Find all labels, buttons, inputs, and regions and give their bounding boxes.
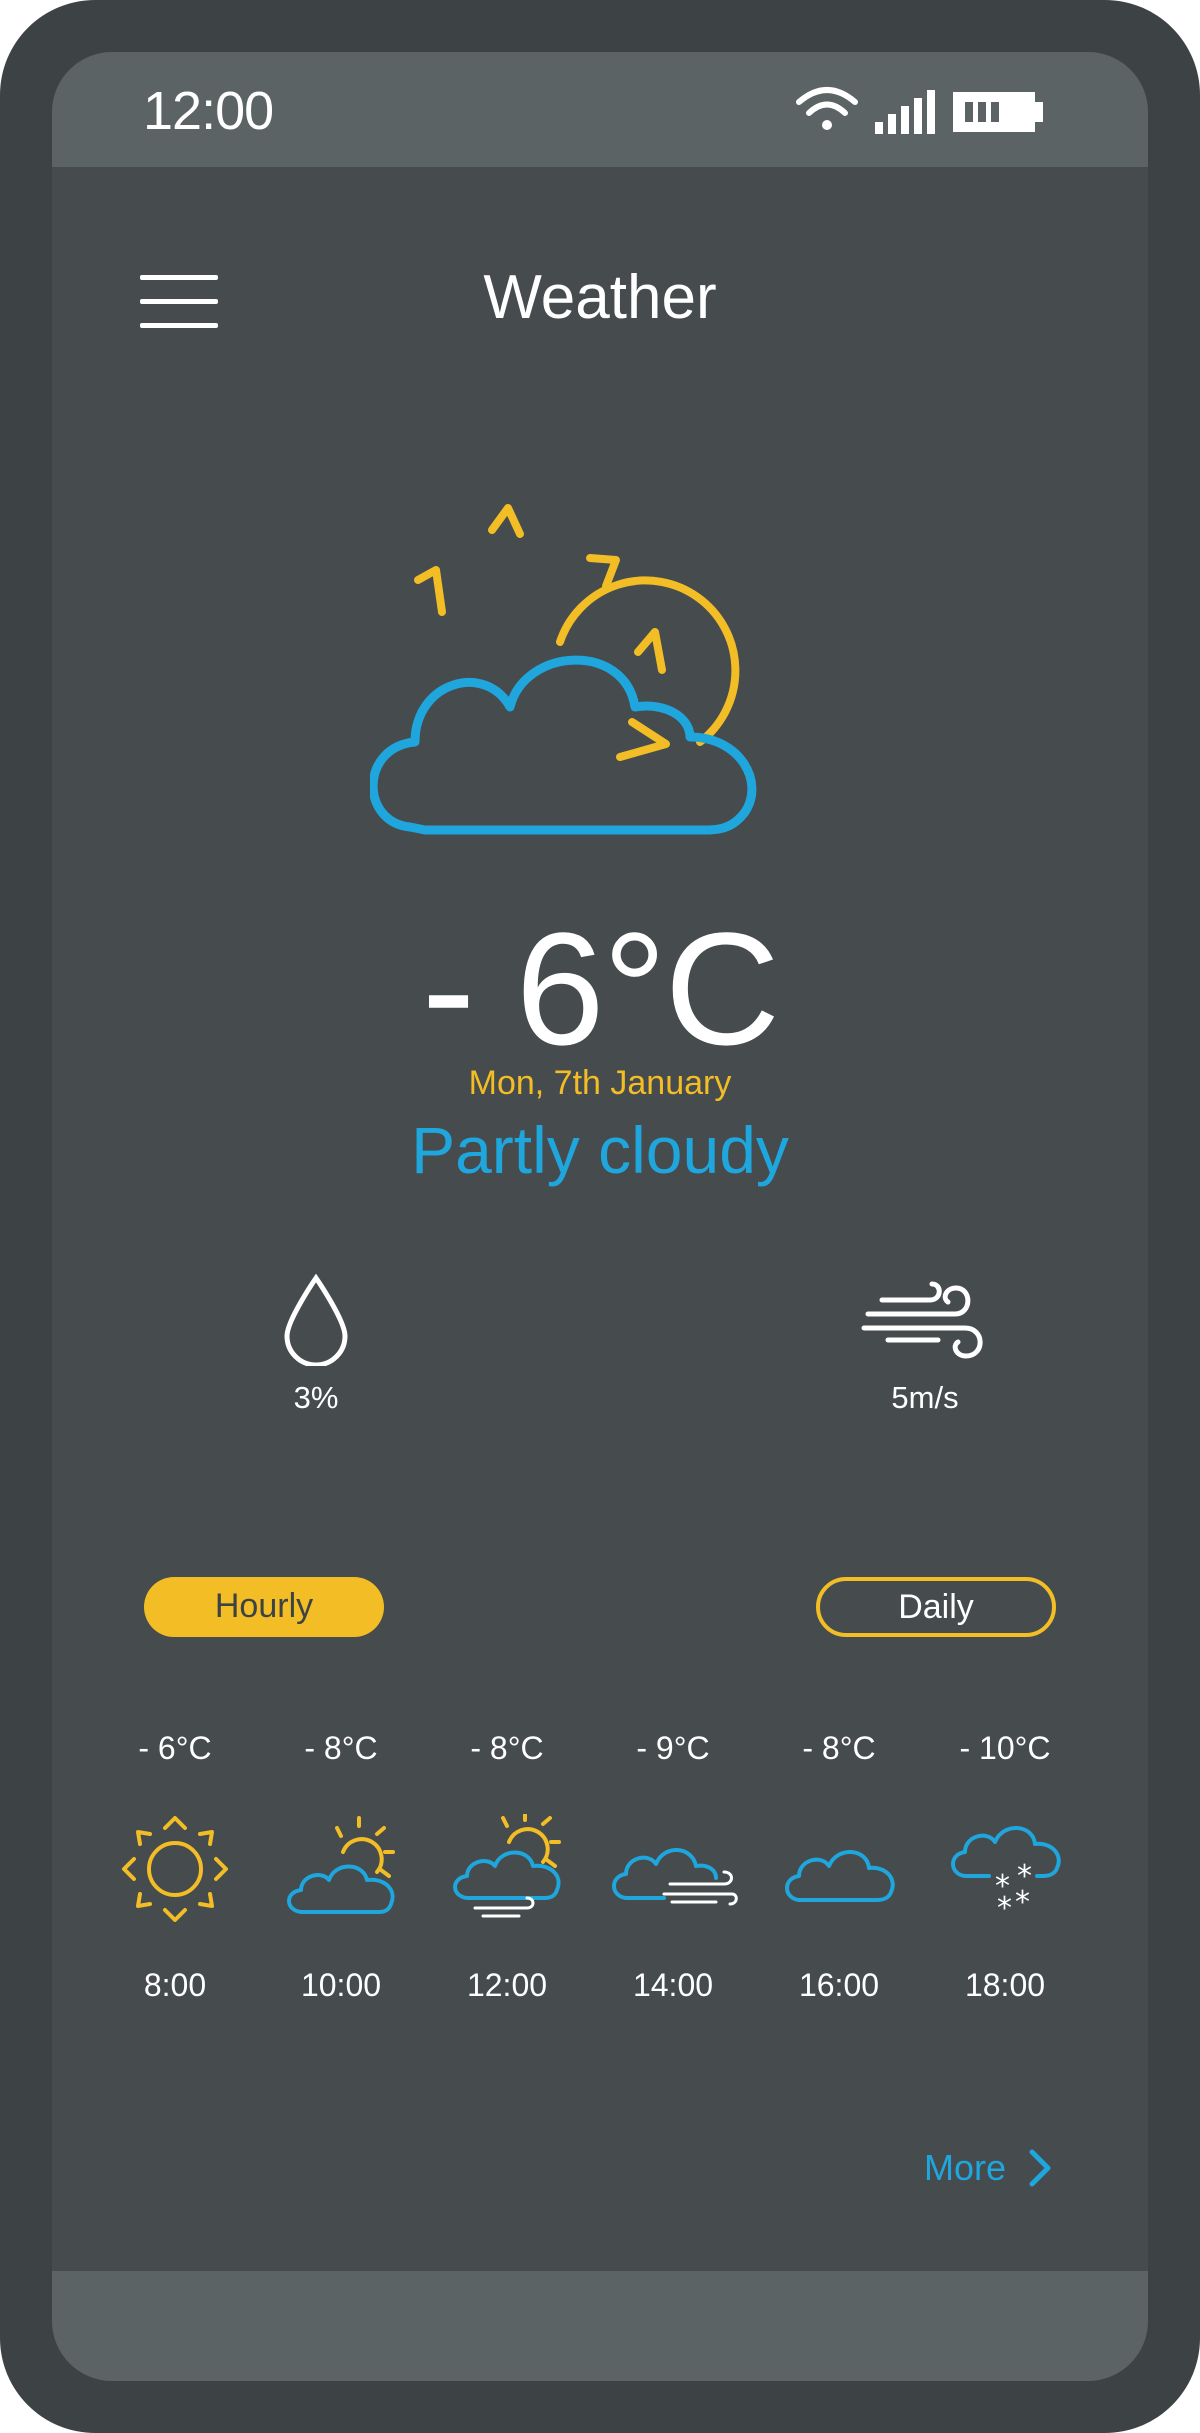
more-link[interactable]: More [924,2147,1054,2189]
tab-hourly[interactable]: Hourly [144,1577,384,1637]
phone-frame: 12:00 Weather - 6°C Mon, 7th January Par… [0,0,1200,2433]
status-icons [793,80,1053,140]
hourly-item: - 8°C 10:00 [258,1730,424,2004]
hourly-temp: - 6°C [138,1730,212,1766]
hourly-time: 16:00 [798,1967,880,2003]
sun-behind-cloud-icon [258,1809,424,1929]
wind-stat: 5m/s [825,1274,1025,1416]
hourly-temp: - 10°C [959,1730,1051,1766]
hourly-temp: - 8°C [802,1730,876,1766]
droplet-icon [284,1274,348,1366]
hourly-time: 14:00 [632,1967,714,2003]
partly-cloudy-icon [368,482,890,907]
sun-cloud-wind-icon [424,1809,590,1929]
current-condition: Partly cloudy [411,1113,789,1187]
svg-text:*: * [1015,1885,1030,1920]
cloud-wind-icon [590,1809,756,1929]
battery-icon [953,92,1043,132]
hourly-time: 8:00 [143,1967,207,2003]
hourly-time: 12:00 [466,1967,548,2003]
tab-daily[interactable]: Daily [816,1577,1056,1637]
status-bar: 12:00 [52,52,1148,167]
wind-icon [861,1281,983,1359]
hourly-item: - 9°C 14:00 [590,1730,756,2004]
page-title: Weather [483,263,717,332]
hourly-time: 18:00 [964,1967,1046,2003]
hourly-time: 10:00 [300,1967,382,2003]
wind-value: 5m/s [891,1380,959,1415]
current-date: Mon, 7th January [468,1064,732,1102]
humidity-stat: 3% [216,1274,416,1416]
more-label: More [924,2147,1007,2188]
bottom-bar [52,2271,1148,2381]
chevron-right-icon [1029,2149,1051,2187]
hourly-item: - 10°C * * * * 18:00 [922,1730,1088,2004]
hourly-temp: - 8°C [304,1730,378,1766]
cloud-icon [756,1809,922,1929]
hourly-temp: - 8°C [470,1730,544,1766]
status-time: 12:00 [143,81,274,141]
wifi-icon [796,87,858,130]
svg-text:*: * [997,1891,1012,1924]
humidity-value: 3% [293,1380,339,1415]
current-temperature: - 6°C [421,899,780,1078]
cloud-snow-icon: * * * * [922,1809,1088,1929]
signal-icon [875,90,935,134]
app-screen: 12:00 Weather - 6°C Mon, 7th January Par… [52,52,1148,2381]
hourly-item: - 8°C 12:00 [424,1730,590,2004]
hourly-item: - 6°C 8:00 [92,1730,258,2004]
sun-icon [92,1809,258,1929]
hourly-item: - 8°C 16:00 [756,1730,922,2004]
hourly-temp: - 9°C [636,1730,710,1766]
